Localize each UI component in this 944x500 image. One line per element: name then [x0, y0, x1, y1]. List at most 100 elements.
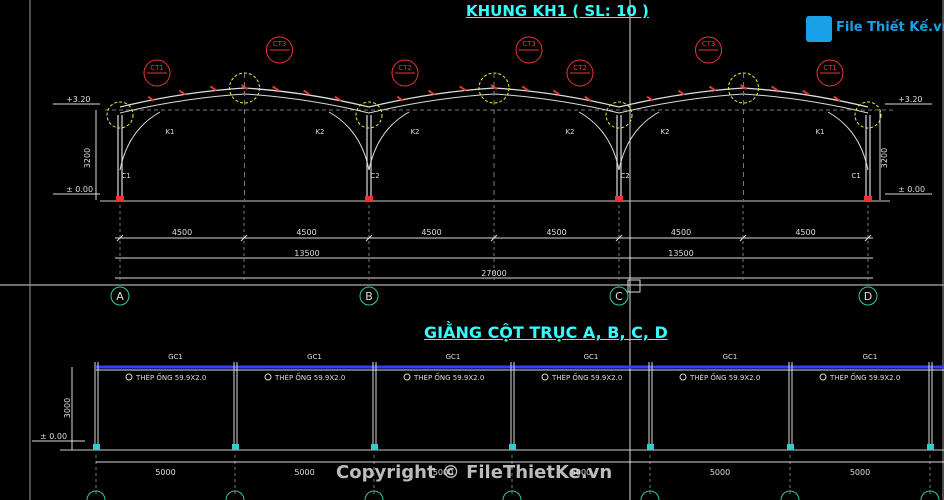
rafter [368, 87, 495, 108]
bracing-base-plate [927, 444, 934, 450]
column-tag: C1 [121, 172, 130, 180]
total-dimension: 27000 [481, 269, 506, 278]
rafter [618, 87, 744, 108]
elevation-label: ± 0.00 [66, 185, 93, 194]
knee-tag: K2 [565, 128, 574, 136]
elevation-label: ± 0.00 [898, 185, 925, 194]
elevation-label: +3.20 [898, 95, 923, 104]
grid-label: A [116, 290, 124, 303]
pipe-label: THÉP ỐNG 59.9X2.0 [551, 372, 622, 382]
knee-brace [328, 111, 370, 171]
span-dimension: 4500 [795, 228, 815, 237]
column-base-plate [116, 196, 124, 202]
bay-label: GC1 [168, 353, 183, 361]
bracing-base-plate [232, 444, 239, 450]
knee-brace [827, 111, 869, 171]
logo-icon [806, 16, 832, 42]
bay-dimension: 5000 [155, 468, 175, 477]
bracing-base-plate [509, 444, 516, 450]
knee-brace [618, 111, 660, 171]
frame-title: KHUNG KH1 ( SL: 10 ) [466, 2, 649, 20]
column-base-plate [864, 196, 872, 202]
bay-label: GC1 [307, 353, 322, 361]
bay-dimension: 5000 [294, 468, 314, 477]
eave-tag: CT2 [573, 64, 587, 72]
knee-brace [578, 111, 620, 171]
grid-label: C [615, 290, 623, 303]
bay-label: GC1 [863, 353, 878, 361]
knee-brace [119, 111, 161, 171]
pipe-marker [125, 373, 133, 381]
site-logo: File Thiết Kế.vn [806, 16, 944, 42]
rafter [743, 87, 869, 108]
copyright-watermark: Copyright © FileThietKe.vn [336, 462, 613, 483]
purlin-mark [427, 89, 436, 96]
knee-tag: K2 [315, 128, 324, 136]
knee-brace [368, 111, 410, 171]
bracing-base-plate [647, 444, 654, 450]
elevation-label: +3.20 [66, 95, 91, 104]
pipe-marker [403, 373, 411, 381]
column-base-plate [615, 196, 623, 202]
column-tag: C1 [851, 172, 860, 180]
purlin-mark [178, 89, 186, 96]
purlin-mark [708, 85, 716, 92]
rafter [244, 87, 370, 108]
purlin-mark [677, 89, 685, 96]
bracing-base-plate [787, 444, 794, 450]
eave-detail-circle [854, 101, 882, 129]
eave-detail-circle [605, 101, 633, 129]
bracing-base-plate [371, 444, 378, 450]
span-dimension: 4500 [671, 228, 691, 237]
bay-dimension: 5000 [850, 468, 870, 477]
pipe-label: THÉP ỐNG 59.9X2.0 [829, 372, 900, 382]
pipe-label: THÉP ỐNG 59.9X2.0 [689, 372, 760, 382]
eave-detail-circle [106, 101, 134, 129]
span-dimension: 4500 [421, 228, 441, 237]
bay-label: GC1 [723, 353, 738, 361]
bracing-height-dimension: 3000 [63, 398, 72, 418]
height-dimension: 3200 [83, 148, 92, 168]
mid-dimension: 13500 [668, 249, 693, 258]
knee-tag: K2 [410, 128, 419, 136]
rafter [119, 87, 245, 108]
bay-label: GC1 [446, 353, 461, 361]
eave-tag: CT1 [823, 64, 837, 72]
column-tag: C2 [370, 172, 379, 180]
pipe-label: THÉP ỐNG 59.9X2.0 [274, 372, 345, 382]
eave-detail-circle [355, 101, 383, 129]
logo-text: File Thiết Kế.vn [836, 20, 944, 35]
column-base-plate [365, 196, 373, 202]
span-dimension: 4500 [296, 228, 316, 237]
pipe-label: THÉP ỐNG 59.9X2.0 [135, 372, 206, 382]
pipe-marker [819, 373, 827, 381]
grid-label: B [365, 290, 373, 303]
pipe-marker [264, 373, 272, 381]
span-dimension: 4500 [172, 228, 192, 237]
knee-tag: K1 [815, 128, 824, 136]
pipe-marker [679, 373, 687, 381]
height-dimension: 3200 [880, 148, 889, 168]
bay-dimension: 5000 [710, 468, 730, 477]
bracing-title: GIẰNG CỘT TRỤC A, B, C, D [424, 323, 668, 342]
mid-dimension: 13500 [294, 249, 319, 258]
bay-label: GC1 [584, 353, 599, 361]
ridge-tag: CT3 [273, 40, 287, 48]
purlin-mark [459, 85, 467, 92]
bracing-base-plate [93, 444, 100, 450]
cad-drawing: +3.20 ± 0.00 +3.20 ± 0.00 3200 3200 C1 C2 C2 C1 K1… [0, 0, 944, 500]
pipe-marker [541, 373, 549, 381]
column-tag: C2 [620, 172, 629, 180]
knee-tag: K2 [660, 128, 669, 136]
span-dimension: 4500 [546, 228, 566, 237]
rafter [493, 87, 620, 108]
ridge-tag: CT3 [522, 40, 536, 48]
eave-tag: CT2 [398, 64, 412, 72]
pipe-label: THÉP ỐNG 59.9X2.0 [413, 372, 484, 382]
knee-tag: K1 [165, 128, 174, 136]
grid-label: D [864, 290, 872, 303]
purlin-mark [209, 85, 217, 92]
ridge-tag: CT3 [702, 40, 716, 48]
eave-tag: CT1 [150, 64, 164, 72]
bracing-elevation-label: ± 0.00 [40, 432, 67, 441]
